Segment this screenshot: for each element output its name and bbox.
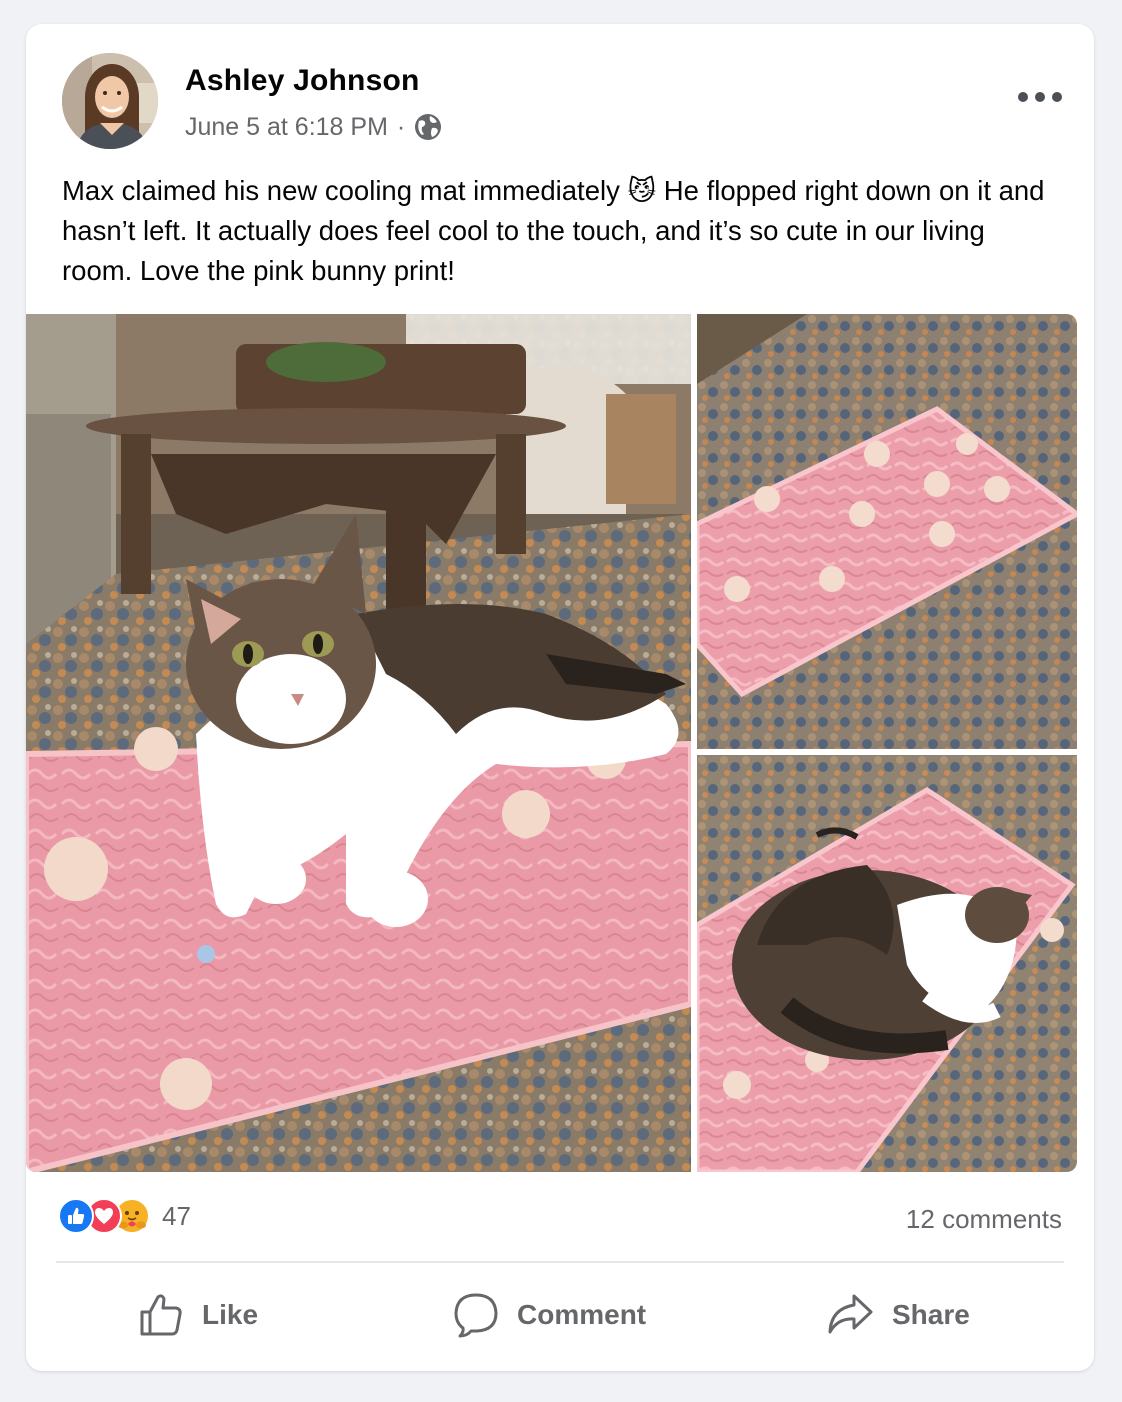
comments-count[interactable]: 12 comments (906, 1204, 1062, 1235)
comment-icon (454, 1293, 498, 1338)
photo-grid (26, 314, 1077, 1172)
avatar[interactable] (62, 53, 158, 149)
author-name[interactable]: Ashley Johnson (185, 64, 420, 98)
globe-icon[interactable] (413, 112, 443, 142)
reactions-summary[interactable]: 47 (58, 1198, 191, 1234)
share-button[interactable]: Share (826, 1280, 970, 1350)
like-button[interactable]: Like (138, 1280, 258, 1350)
meta-separator: · (396, 112, 406, 141)
post-card: Ashley Johnson June 5 at 6:18 PM · Max c… (26, 24, 1094, 1371)
reaction-count: 47 (162, 1200, 191, 1231)
more-dot (1035, 92, 1045, 102)
more-dot (1052, 92, 1062, 102)
comment-label: Comment (517, 1299, 647, 1330)
more-options-icon[interactable] (1018, 84, 1062, 110)
post-text: Max claimed his new cooling mat immediat… (62, 175, 1045, 286)
comment-button[interactable]: Comment (453, 1280, 646, 1350)
photo-empty-mat[interactable] (697, 314, 1077, 749)
like-reaction-icon (58, 1198, 94, 1234)
like-icon (140, 1294, 182, 1336)
action-bar: Like Comment Share (26, 1280, 1094, 1350)
post-meta: June 5 at 6:18 PM · (185, 112, 443, 142)
photo-cat-on-mat[interactable] (26, 314, 691, 1172)
share-label: Share (892, 1299, 970, 1330)
share-icon (828, 1294, 873, 1334)
more-dot (1018, 92, 1028, 102)
like-label: Like (202, 1299, 259, 1330)
post-timestamp[interactable]: June 5 at 6:18 PM (185, 113, 388, 142)
photo-cat-sleeping[interactable] (697, 755, 1077, 1172)
divider (56, 1261, 1064, 1263)
